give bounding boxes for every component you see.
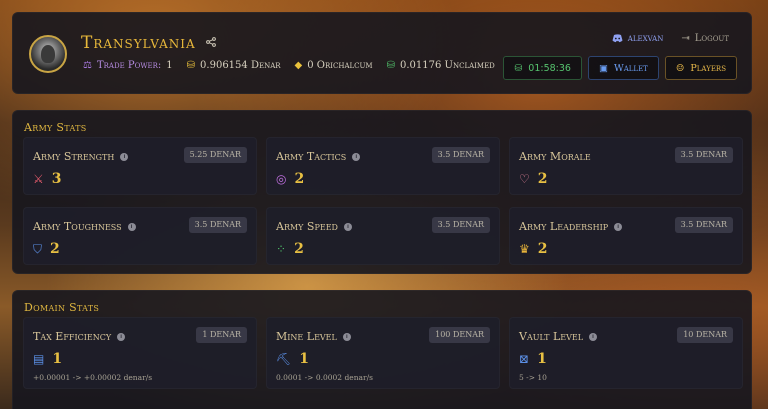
page-title: Transylvania: [81, 33, 196, 53]
upgrade-cost-badge[interactable]: 3.5 DENAR: [674, 217, 733, 233]
upgrade-cost-badge[interactable]: 3.5 DENAR: [431, 217, 490, 233]
stat-card-army-strength[interactable]: Army Strength i 5.25 DENAR ⚔ 3: [23, 137, 257, 195]
logout-icon: ⇥: [681, 33, 690, 44]
card-value: 3: [51, 171, 62, 187]
upgrade-cost-badge[interactable]: 3.5 DENAR: [188, 217, 247, 233]
header-panel: Transylvania ⚖ Trade Power: 1 ⛁ 0.906154…: [12, 12, 752, 94]
users-icon: ☺: [675, 62, 685, 74]
domain-stats-title: Domain Stats: [24, 301, 100, 314]
pickaxe-icon: ⛏: [276, 352, 292, 366]
card-value: 1: [52, 351, 63, 367]
upgrade-cost-badge[interactable]: 3.5 DENAR: [431, 147, 490, 163]
card-name: Army Leadership: [519, 220, 609, 233]
card-name: Army Tactics: [276, 150, 347, 163]
orichalcum-value: 0 Orichalcum: [307, 60, 373, 71]
card-name: Army Strength: [33, 150, 115, 163]
info-icon[interactable]: i: [342, 332, 351, 341]
card-value: 2: [537, 241, 548, 257]
orichalcum-stat: ◆ 0 Orichalcum: [295, 60, 373, 71]
book-icon: ▤: [33, 352, 45, 366]
info-icon[interactable]: i: [120, 152, 129, 161]
info-icon[interactable]: i: [352, 152, 361, 161]
card-value: 2: [50, 241, 60, 257]
info-icon[interactable]: i: [117, 332, 126, 341]
heart-icon: ♡: [519, 172, 530, 186]
trade-power-value: 1: [166, 60, 173, 71]
coins-timer-icon: ⛁: [514, 62, 523, 74]
target-icon: ◎: [276, 172, 287, 186]
card-value: 1: [537, 351, 547, 367]
card-name: Army Morale: [519, 150, 591, 163]
wallet-button[interactable]: ▣ Wallet: [587, 56, 659, 80]
info-icon[interactable]: i: [343, 222, 352, 231]
upgrade-preview: 0.0001 -> 0.0002 denar/s: [276, 373, 373, 382]
stat-card-army-morale[interactable]: Army Morale 3.5 DENAR ♡ 2: [509, 137, 743, 195]
coins-icon: ⛁: [186, 60, 196, 71]
share-icon[interactable]: [205, 37, 216, 49]
upgrade-cost-badge[interactable]: 5.25 DENAR: [183, 147, 247, 163]
crown-icon: ♛: [519, 242, 530, 256]
card-name: Tax Efficiency: [33, 330, 112, 343]
info-icon[interactable]: i: [614, 222, 623, 231]
stat-card-army-toughness[interactable]: Army Toughness i 3.5 DENAR ⛉ 2: [23, 207, 257, 265]
army-stats-title: Army Stats: [24, 121, 87, 134]
coins-green-icon: ⛁: [386, 60, 395, 71]
upgrade-cost-badge[interactable]: 100 DENAR: [429, 327, 490, 343]
logout-label: Logout: [694, 33, 729, 44]
timer-button[interactable]: ⛁ 01:58:36: [503, 56, 582, 80]
sword-icon: ⚔: [33, 172, 44, 186]
upgrade-preview: 5 -> 10: [519, 373, 547, 382]
shield-icon: ⛉: [33, 242, 43, 256]
gem-icon: ◆: [294, 60, 303, 71]
timer-label: 01:58:36: [528, 62, 571, 74]
players-button[interactable]: ☺ Players: [664, 56, 737, 80]
card-name: Vault Level: [519, 330, 584, 343]
trade-power-stat: ⚖ Trade Power: 1: [83, 60, 173, 71]
upgrade-preview: +0.00001 -> +0.00002 denar/s: [33, 373, 153, 382]
card-value: 1: [299, 351, 309, 367]
stat-card-vault-level[interactable]: Vault Level i 10 DENAR ⊠ 1 5 -> 10: [509, 317, 743, 389]
stat-card-army-tactics[interactable]: Army Tactics i 3.5 DENAR ◎ 2: [266, 137, 500, 195]
avatar[interactable]: [29, 35, 67, 73]
stat-card-mine-level[interactable]: Mine Level i 100 DENAR ⛏ 1 0.0001 -> 0.000…: [266, 317, 500, 389]
trade-power-label: Trade Power:: [96, 60, 162, 71]
unclaimed-stat: ⛁ 0.01176 Unclaimed: [387, 60, 495, 71]
upgrade-cost-badge[interactable]: 1 DENAR: [196, 327, 247, 343]
card-name: Mine Level: [276, 330, 337, 343]
unclaimed-value: 0.01176 Unclaimed: [400, 60, 495, 71]
stat-card-army-leadership[interactable]: Army Leadership i 3.5 DENAR ♛ 2: [509, 207, 743, 265]
info-icon[interactable]: i: [589, 332, 598, 341]
footprints-icon: ⁘: [276, 242, 287, 256]
card-name: Army Toughness: [33, 220, 122, 233]
players-label: Players: [690, 62, 726, 74]
upgrade-cost-badge[interactable]: 3.5 DENAR: [674, 147, 733, 163]
card-value: 2: [294, 171, 305, 187]
card-value: 2: [537, 171, 548, 187]
domain-stats-panel: Domain Stats Tax Efficiency i 1 DENAR ▤ 1 …: [12, 290, 752, 409]
scale-icon: ⚖: [83, 60, 92, 71]
username: alexvan: [627, 33, 664, 44]
discord-user-link[interactable]: alexvan: [612, 33, 664, 44]
wallet-label: Wallet: [613, 62, 648, 74]
stat-card-tax-efficiency[interactable]: Tax Efficiency i 1 DENAR ▤ 1 +0.00001 -> +…: [23, 317, 257, 389]
vault-icon: ⊠: [519, 352, 530, 366]
denar-stat: ⛁ 0.906154 Denar: [187, 60, 281, 71]
info-icon[interactable]: i: [127, 222, 136, 231]
card-name: Army Speed: [276, 220, 338, 233]
logout-button[interactable]: ⇥ Logout: [681, 33, 729, 44]
card-value: 2: [294, 241, 304, 257]
upgrade-cost-badge[interactable]: 10 DENAR: [677, 327, 733, 343]
wallet-icon: ▣: [598, 62, 608, 74]
denar-value: 0.906154 Denar: [200, 60, 281, 71]
army-stats-panel: Army Stats Army Strength i 5.25 DENAR ⚔ 3 …: [12, 110, 752, 274]
stat-card-army-speed[interactable]: Army Speed i 3.5 DENAR ⁘ 2: [266, 207, 500, 265]
discord-icon: [612, 34, 623, 43]
